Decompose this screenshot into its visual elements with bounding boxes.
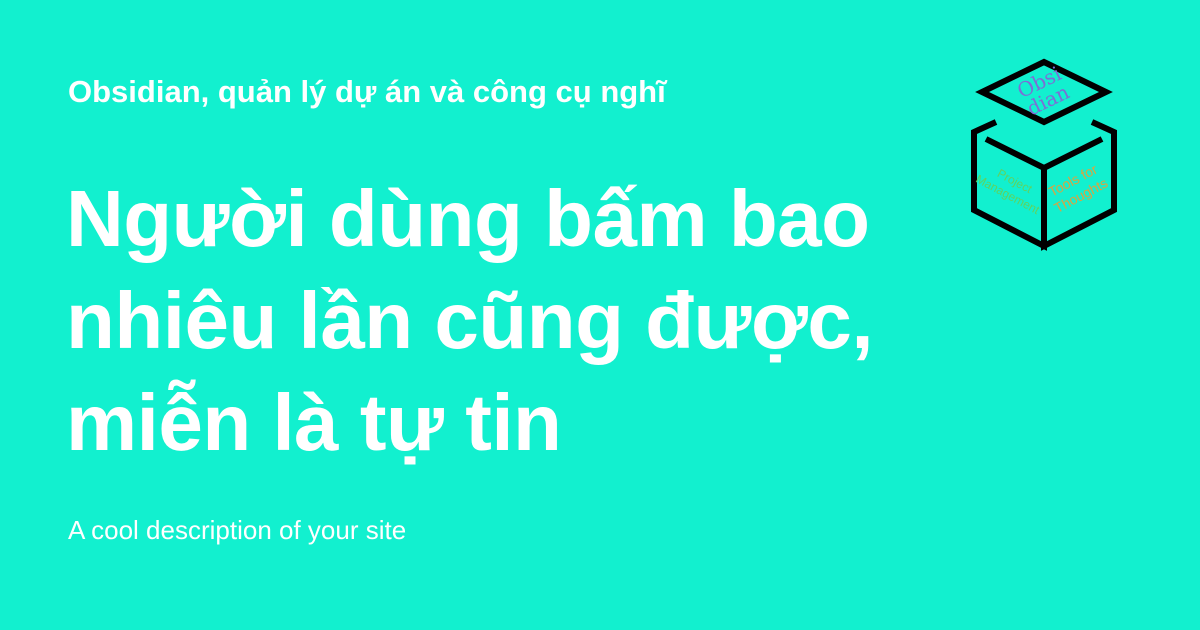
site-description: A cool description of your site [68, 515, 407, 545]
cube-logo-icon: Obsi dian Project Management Tools for T… [971, 58, 1117, 251]
page-headline: Người dùng bấm bao nhiêu lần cũng được, … [66, 174, 874, 467]
site-title: Obsidian, quản lý dự án và công cụ nghĩ [68, 74, 666, 109]
social-card: Obsidian, quản lý dự án và công cụ nghĩ … [0, 0, 1200, 630]
obsidian-cube-logo: Obsi dian Project Management Tools for T… [960, 50, 1130, 260]
